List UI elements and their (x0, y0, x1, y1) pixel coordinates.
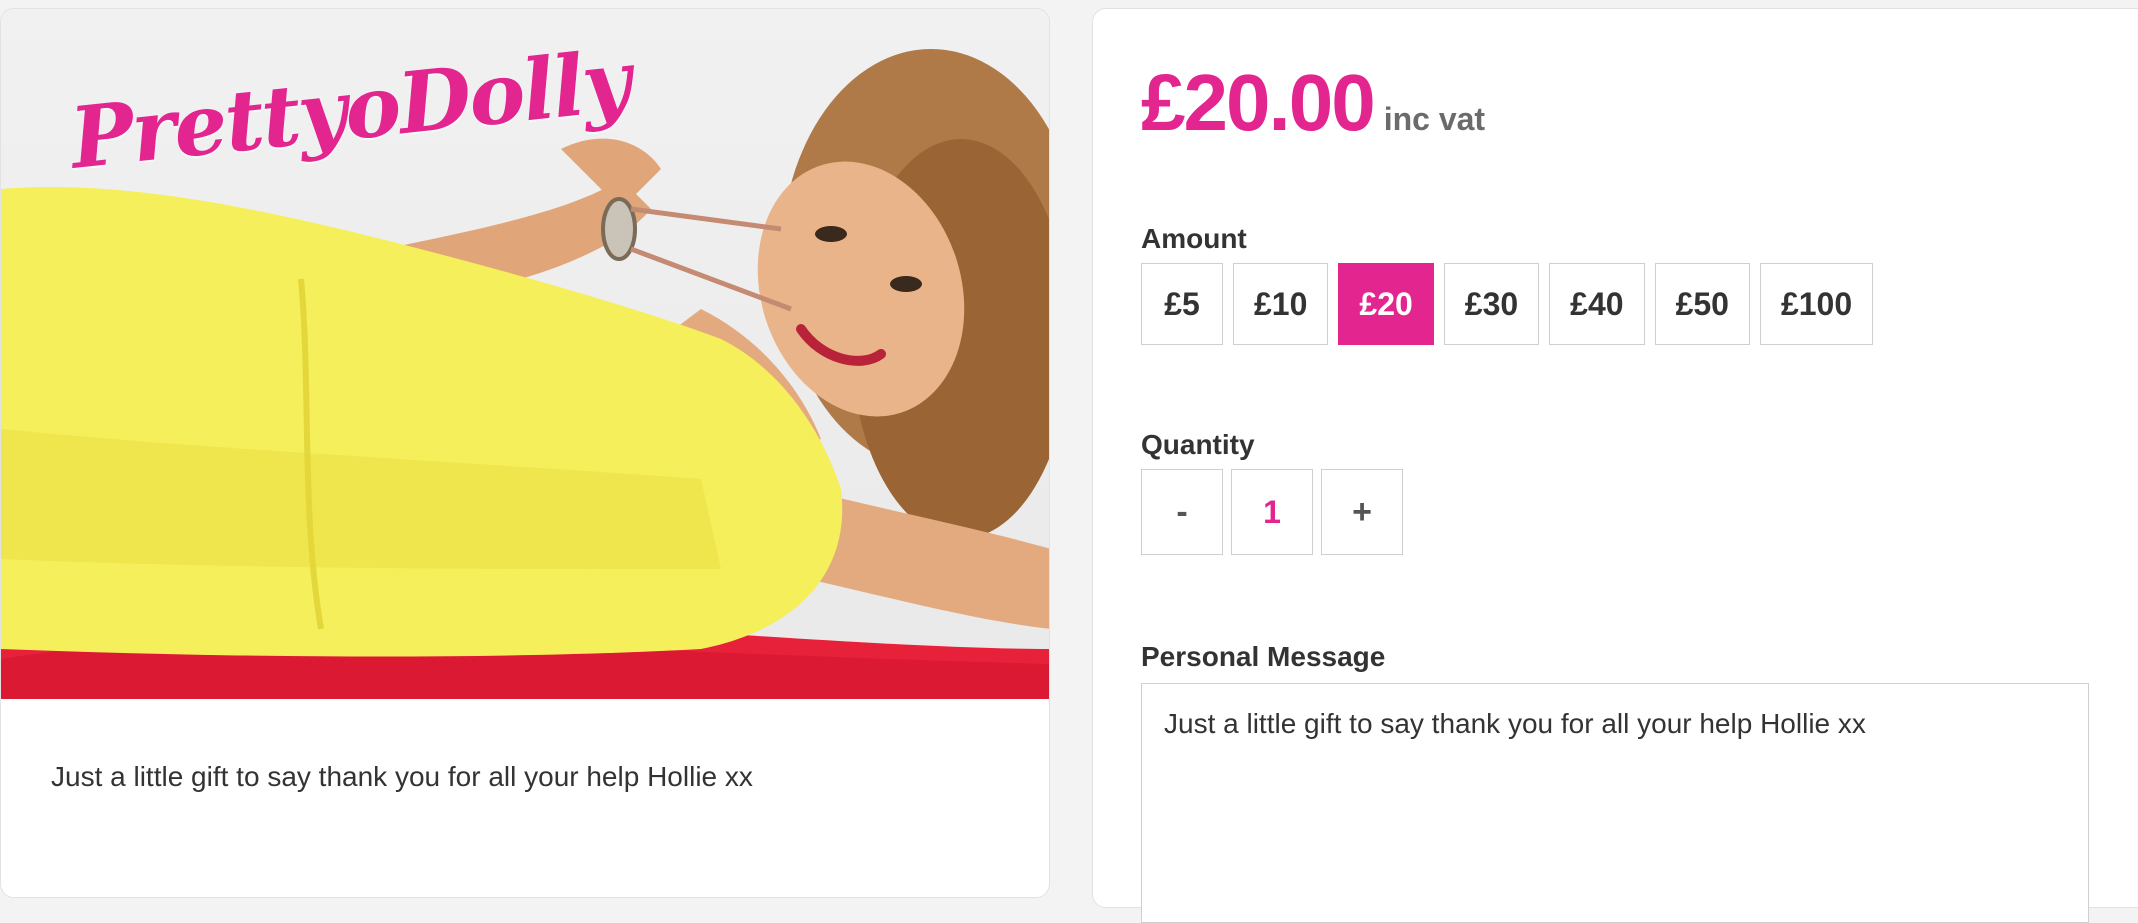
personal-message-input[interactable]: Just a little gift to say thank you for … (1141, 683, 2089, 923)
amount-button-50[interactable]: £50 (1654, 263, 1750, 345)
quantity-label: Quantity (1141, 429, 1255, 460)
amount-selector: £5 £10 £20 £30 £40 £50 £100 (1141, 263, 1874, 345)
quantity-increment-button[interactable]: + (1321, 469, 1403, 555)
amount-button-40[interactable]: £40 (1549, 263, 1645, 345)
quantity-decrement-button[interactable]: - (1141, 469, 1223, 555)
price-row: £20.00 inc vat (1141, 57, 1485, 149)
quantity-stepper: - 1 + (1141, 469, 1403, 555)
amount-button-30[interactable]: £30 (1443, 263, 1540, 345)
amount-button-100[interactable]: £100 (1759, 263, 1874, 345)
quantity-value[interactable]: 1 (1231, 469, 1313, 555)
price-value: £20.00 (1141, 58, 1376, 147)
amount-button-10[interactable]: £10 (1233, 263, 1329, 345)
amount-button-5[interactable]: £5 (1141, 263, 1223, 345)
gift-options-panel: £20.00 inc vat Amount £5 £10 £20 £30 £40… (1092, 8, 2138, 923)
amount-label: Amount (1141, 223, 1247, 254)
personal-message-label: Personal Message (1141, 641, 1386, 672)
amount-button-20[interactable]: £20 (1338, 263, 1434, 345)
price-suffix: inc vat (1383, 101, 1486, 137)
preview-message-text: Just a little gift to say thank you for … (51, 761, 753, 792)
gift-card-preview: PrettyoDolly Just a little gift to say t… (0, 8, 1050, 898)
hero-image: PrettyoDolly (1, 9, 1049, 699)
